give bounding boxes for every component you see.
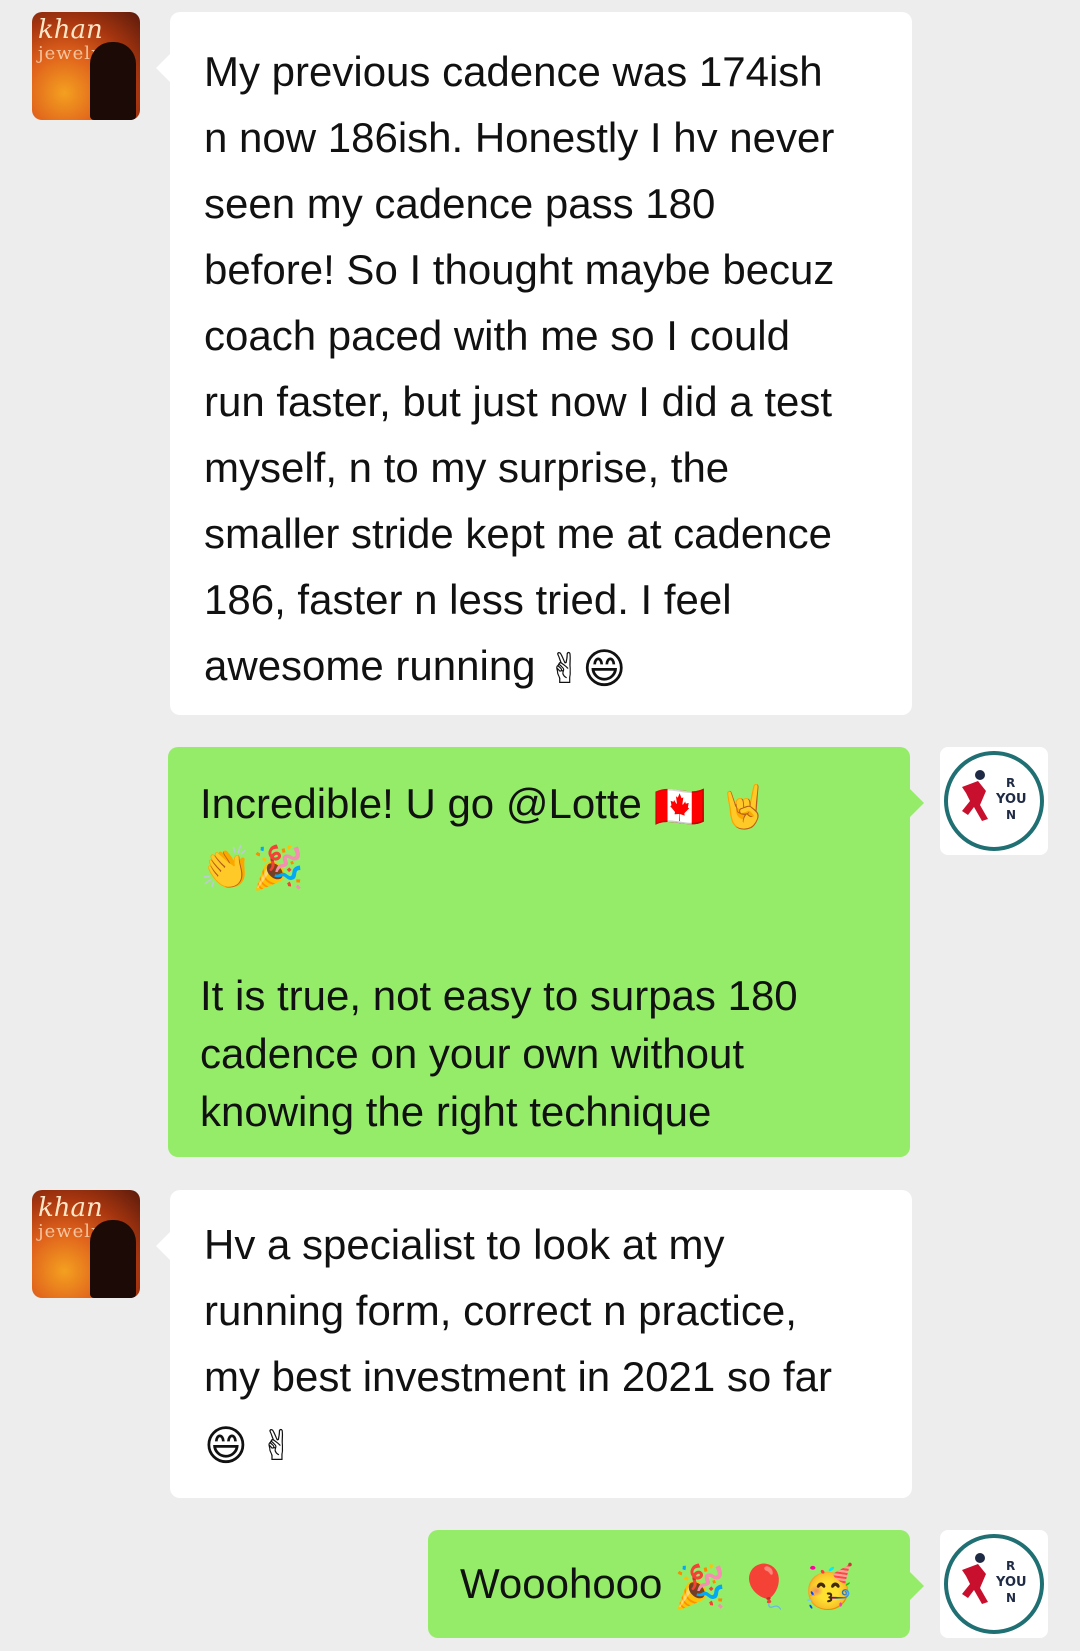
message-bubble-outgoing[interactable]: Wooohooo 🎉 🎈 🥳 [428,1530,924,1638]
message-line: Wooohooo 🎉 🎈 🥳 [460,1551,878,1620]
run-with-you-logo-icon: R YOU N [944,751,1044,851]
message-line: It is true, not easy to surpas 180 [200,971,798,1019]
bubble-tail [910,789,924,817]
grinning-face-emoji-icon: 😄 [204,1421,248,1469]
svg-text:R: R [1006,1559,1015,1573]
party-popper-emoji-icon: 🎉 [674,1562,727,1610]
message-line: run faster, but just now I did a test [204,378,833,425]
party-popper-emoji-icon: 🎉 [252,843,305,891]
message-bubble-incoming[interactable]: My previous cadence was 174ish n now 186… [156,12,912,715]
message-text: Incredible! U go @Lotte [200,780,642,827]
rock-on-hand-emoji-icon: 🤘 [717,782,770,830]
message-bubble-outgoing[interactable]: Incredible! U go @Lotte 🇨🇦 🤘 👏🎉 It is tr… [168,747,924,1157]
balloon-emoji-icon: 🎈 [738,1562,791,1610]
portrait-silhouette [90,42,136,120]
portrait-silhouette [90,1220,136,1298]
message-line: my best investment in 2021 so far [204,1353,832,1400]
svg-text:YOU: YOU [995,1575,1027,1590]
message-text: Wooohooo [460,1560,663,1607]
message-line: coach paced with me so I could [204,312,790,359]
message-line: n now 186ish. Honestly I hv never [204,114,835,161]
bubble-tail [910,1572,924,1600]
my-avatar[interactable]: R YOU N [940,747,1048,855]
message-line: 186, faster n less tried. I feel [204,576,732,623]
svg-text:N: N [1006,808,1016,822]
message-line: Incredible! U go @Lotte 🇨🇦 🤘 [200,775,878,836]
canada-flag-emoji-icon: 🇨🇦 [653,782,706,830]
message-line: awesome running ✌😄 [204,633,878,702]
my-avatar[interactable]: R YOU N [940,1530,1048,1638]
contact-avatar[interactable]: khan jewelry [32,1190,140,1298]
message-line: before! So I thought maybe becuz [204,246,835,293]
svg-text:R: R [1006,776,1015,790]
grinning-face-emoji-icon: 😄 [582,644,627,692]
svg-text:N: N [1006,1591,1016,1605]
bubble-tail [156,1232,170,1260]
clapping-hands-emoji-icon: 👏 [200,843,253,891]
bubble-tail [156,54,170,82]
message-line: knowing the right technique [200,1087,712,1135]
svg-text:YOU: YOU [995,792,1027,807]
partying-face-emoji-icon: 🥳 [802,1562,855,1610]
victory-hand-emoji-icon: ✌ [259,1421,295,1469]
contact-avatar[interactable]: khan jewelry [32,12,140,120]
run-with-you-logo-icon: R YOU N [944,1534,1044,1634]
message-line: 👏🎉 [200,836,878,897]
message-line: cadence on your own without [200,1029,745,1077]
message-line: myself, n to my surprise, the [204,444,730,491]
victory-hand-emoji-icon: ✌ [547,644,583,692]
message-line: 😄 ✌ [204,1410,878,1479]
message-text: awesome running [204,642,536,689]
message-line: running form, correct n practice, [204,1287,797,1334]
message-line: My previous cadence was 174ish [204,48,823,95]
message-line: seen my cadence pass 180 [204,180,716,227]
message-bubble-incoming[interactable]: Hv a specialist to look at my running fo… [156,1190,912,1498]
message-line: smaller stride kept me at cadence [204,510,832,557]
message-line: Hv a specialist to look at my [204,1221,725,1268]
